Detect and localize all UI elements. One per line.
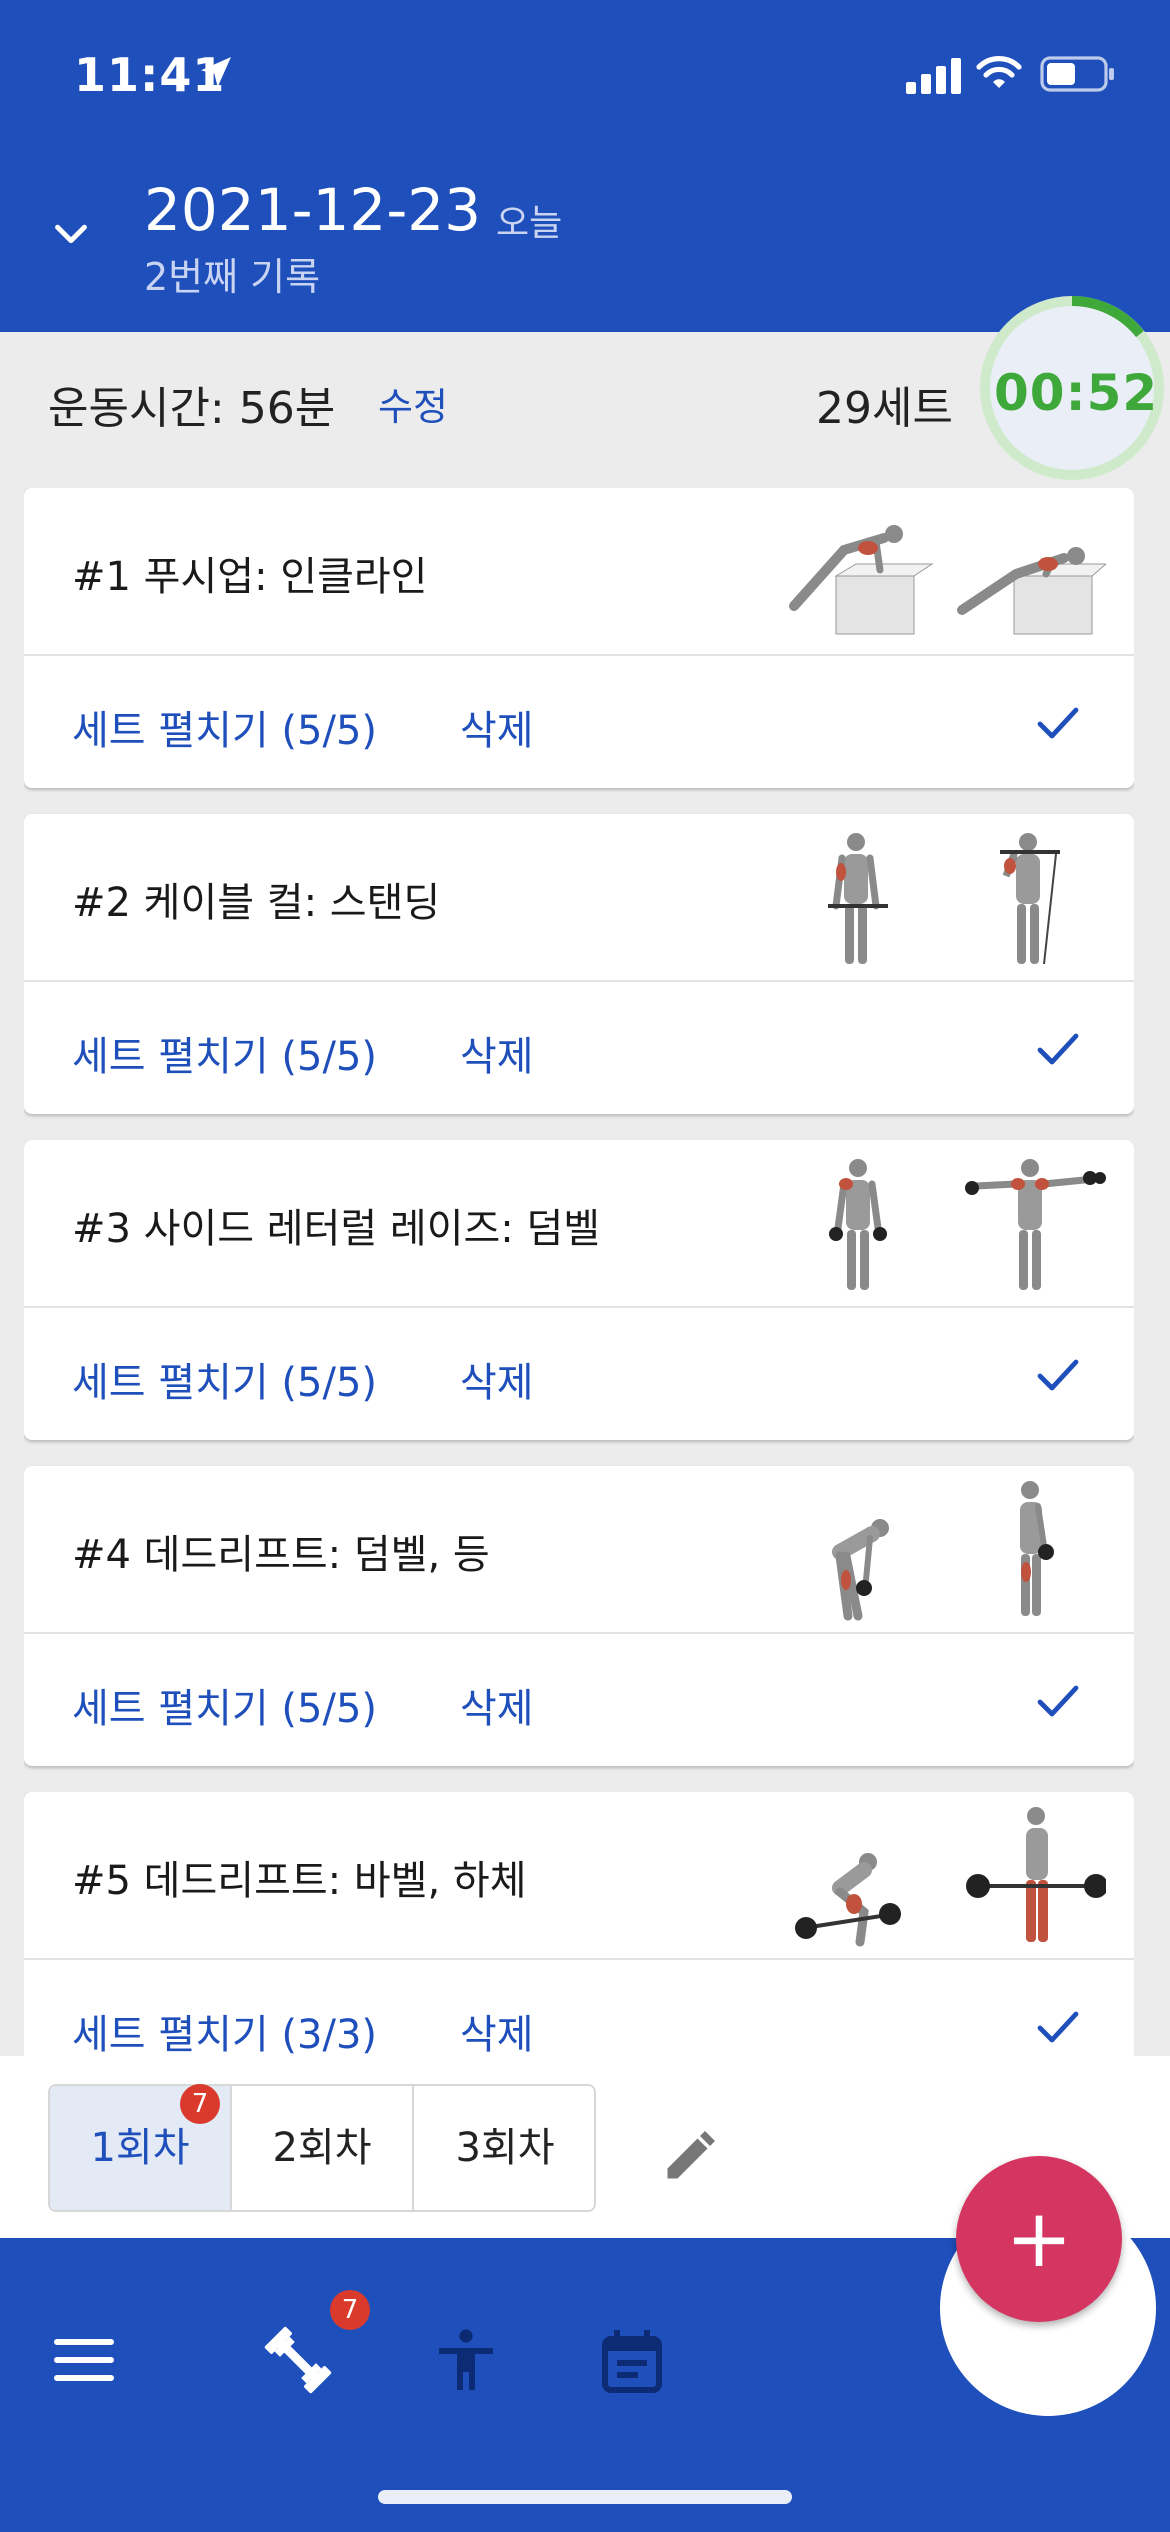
- expand-sets-button[interactable]: 세트 펼치기 (3/3): [72, 2002, 377, 2056]
- delete-exercise-button[interactable]: 삭제: [460, 1024, 534, 1082]
- exercise-header[interactable]: #5 데드리프트: 바벨, 하체: [24, 1792, 1134, 1960]
- check-icon[interactable]: [1034, 698, 1082, 746]
- session-count-badge: 7: [180, 2084, 220, 2124]
- cable-curl-figure-icon: [828, 833, 888, 964]
- exercise-card: #4 데드리프트: 덤벨, 등 세트 펼치기 (5/5) 삭제: [24, 1466, 1134, 1766]
- delete-exercise-button[interactable]: 삭제: [460, 2002, 534, 2056]
- exercise-list: #1 푸시업: 인클라인 세트 펼치기 (5/5) 삭제 #2 케이블 컬: 스…: [24, 488, 1134, 2056]
- exercise-actions: 세트 펼치기 (5/5) 삭제: [24, 982, 1134, 1114]
- expand-sets-button[interactable]: 세트 펼치기 (5/5): [72, 1676, 377, 1734]
- pencil-icon[interactable]: [660, 2126, 720, 2186]
- barbell-deadlift-figure-icon: [795, 1853, 901, 1947]
- barbell-deadlift-figure-icon: [966, 1807, 1106, 1942]
- delete-exercise-button[interactable]: 삭제: [460, 698, 534, 756]
- wifi-icon: [976, 56, 1022, 88]
- timer-value: 00:52: [994, 364, 1159, 422]
- cell-signal-icon: [906, 58, 961, 94]
- workout-duration: 운동시간: 56분: [48, 383, 336, 434]
- exercise-header[interactable]: #1 푸시업: 인클라인: [24, 488, 1134, 656]
- add-exercise-button[interactable]: +: [956, 2156, 1122, 2322]
- total-sets: 29세트: [816, 383, 953, 434]
- exercise-card: #3 사이드 레터럴 레이즈: 덤벨 세트 펼치기 (5/5) 삭제: [24, 1140, 1134, 1440]
- expand-sets-button[interactable]: 세트 펼치기 (5/5): [72, 698, 377, 756]
- check-icon[interactable]: [1034, 1676, 1082, 1724]
- pushup-figure-icon: [957, 547, 1106, 635]
- today-label: 오늘: [496, 203, 563, 244]
- exercise-header[interactable]: #4 데드리프트: 덤벨, 등: [24, 1466, 1134, 1634]
- app-header: 11:41 2021-12-23 오늘 2번째 기록: [0, 0, 1170, 332]
- home-indicator: [378, 2490, 792, 2504]
- session-tab-2[interactable]: 2회차: [232, 2086, 414, 2210]
- workout-count-badge: 7: [330, 2290, 370, 2330]
- check-icon[interactable]: [1034, 1024, 1082, 1072]
- session-tabs: 1회차 2회차 3회차: [48, 2084, 596, 2212]
- dumbbell-icon[interactable]: [262, 2324, 334, 2396]
- exercise-actions: 세트 펼치기 (5/5) 삭제: [24, 656, 1134, 788]
- exercise-name: #2 케이블 컬: 스탠딩: [72, 880, 441, 926]
- chevron-down-icon[interactable]: [48, 210, 94, 256]
- check-icon[interactable]: [1034, 1350, 1082, 1398]
- expand-sets-button[interactable]: 세트 펼치기 (5/5): [72, 1350, 377, 1408]
- dumbbell-deadlift-figure-icon: [832, 1519, 889, 1621]
- location-arrow-icon: [201, 57, 231, 87]
- delete-exercise-button[interactable]: 삭제: [460, 1350, 534, 1408]
- expand-sets-button[interactable]: 세트 펼치기 (5/5): [72, 1024, 377, 1082]
- exercise-name: #4 데드리프트: 덤벨, 등: [72, 1532, 490, 1578]
- lateral-raise-figure-icon: [965, 1159, 1106, 1290]
- exercise-name: #3 사이드 레터럴 레이즈: 덤벨: [72, 1206, 601, 1252]
- check-icon[interactable]: [1034, 2002, 1082, 2050]
- edit-duration-button[interactable]: 수정: [378, 376, 448, 431]
- battery-icon: [1040, 56, 1114, 92]
- session-tab-3[interactable]: 3회차: [414, 2086, 594, 2210]
- delete-exercise-button[interactable]: 삭제: [460, 1676, 534, 1734]
- dumbbell-deadlift-figure-icon: [1020, 1481, 1054, 1616]
- exercise-name: #1 푸시업: 인클라인: [72, 554, 428, 600]
- pushup-figure-icon: [789, 525, 934, 635]
- exercise-actions: 세트 펼치기 (5/5) 삭제: [24, 1634, 1134, 1766]
- exercise-card: #5 데드리프트: 바벨, 하체 세트 펼치기 (3/3) 삭제: [24, 1792, 1134, 2056]
- body-icon[interactable]: [430, 2324, 502, 2396]
- workout-date[interactable]: 2021-12-23: [144, 176, 481, 244]
- exercise-actions: 세트 펼치기 (3/3) 삭제: [24, 1960, 1134, 2056]
- calendar-icon[interactable]: [596, 2324, 668, 2396]
- cable-curl-figure-icon: [1000, 833, 1060, 965]
- exercise-header[interactable]: #3 사이드 레터럴 레이즈: 덤벨: [24, 1140, 1134, 1308]
- exercise-name: #5 데드리프트: 바벨, 하체: [72, 1858, 527, 1904]
- exercise-card: #2 케이블 컬: 스탠딩 세트 펼치기 (5/5) 삭제: [24, 814, 1134, 1114]
- menu-icon[interactable]: [48, 2324, 120, 2396]
- record-subtitle: 2번째 기록: [144, 255, 321, 299]
- exercise-card: #1 푸시업: 인클라인 세트 펼치기 (5/5) 삭제: [24, 488, 1134, 788]
- exercise-header[interactable]: #2 케이블 컬: 스탠딩: [24, 814, 1134, 982]
- exercise-actions: 세트 펼치기 (5/5) 삭제: [24, 1308, 1134, 1440]
- lateral-raise-figure-icon: [829, 1159, 887, 1290]
